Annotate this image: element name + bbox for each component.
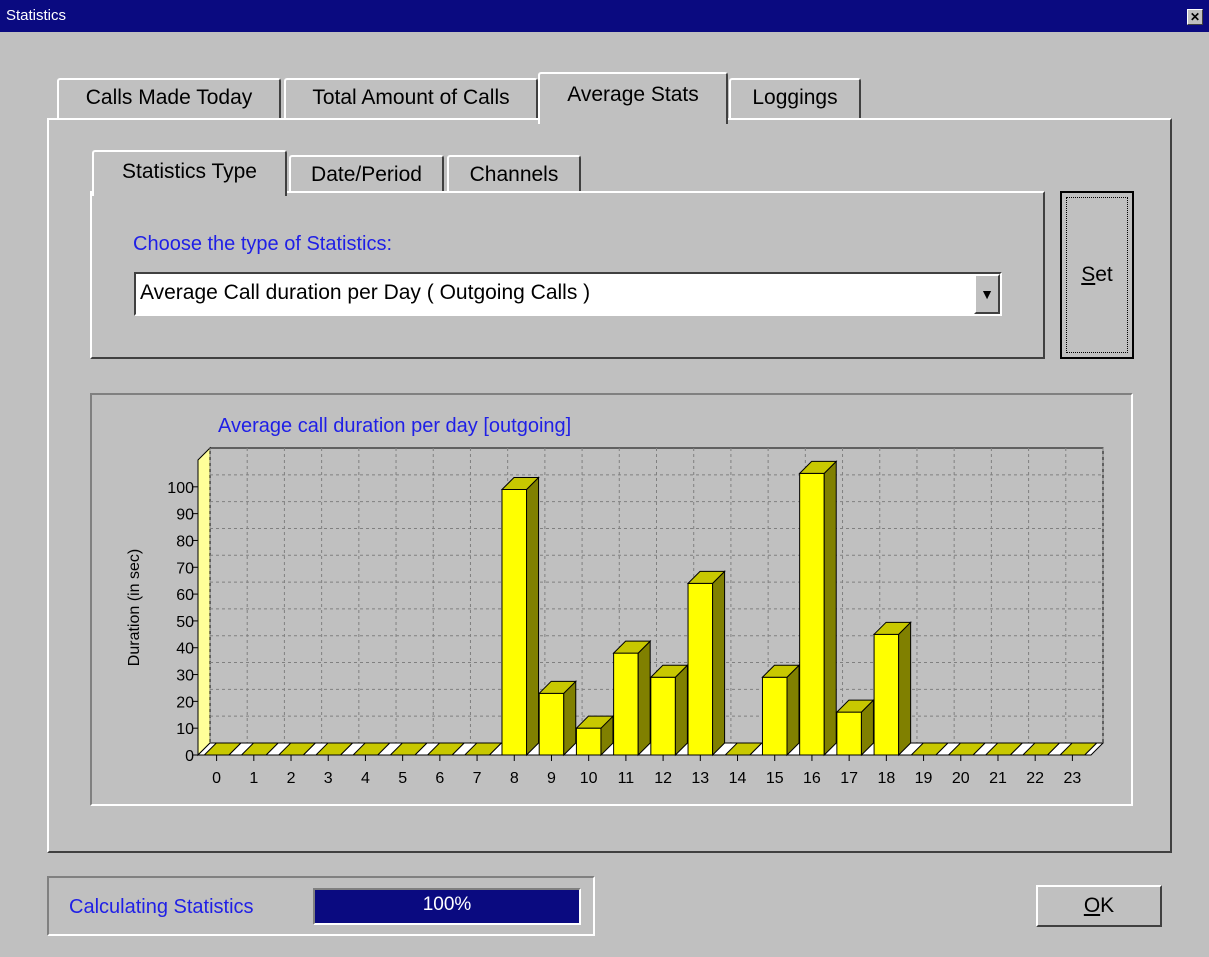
bar-side [786, 664, 800, 757]
x-tick-label: 5 [398, 770, 407, 787]
y-tick-label: 60 [176, 587, 194, 604]
x-tick-label: 7 [473, 770, 482, 787]
y-tick-label: 50 [176, 614, 194, 631]
bar-side [898, 621, 912, 757]
x-tick-label: 11 [618, 770, 635, 787]
y-tick-label: 100 [167, 480, 194, 497]
x-tick-label: 19 [915, 770, 933, 787]
x-tick-label: 18 [877, 770, 895, 787]
y-tick-label: 80 [176, 533, 194, 550]
x-tick-label: 21 [989, 770, 1007, 787]
y-tick-label: 40 [176, 641, 194, 658]
bar-front [687, 582, 714, 756]
x-tick-label: 12 [654, 770, 672, 787]
bar-front [613, 652, 639, 756]
y-tick-label: 20 [176, 694, 194, 711]
bar-chart: 01020304050607080901000 1 2 3 4 5 6 7 8 9 10 11 12 13… [126, 415, 1105, 787]
y-tick-label: 30 [176, 668, 194, 685]
y-tick-label: 90 [176, 507, 194, 524]
x-tick-label: 15 [766, 770, 784, 787]
x-tick-label: 8 [510, 770, 519, 787]
bar-front [575, 727, 602, 756]
x-tick-label: 17 [840, 770, 858, 787]
bar-front [538, 692, 565, 756]
bar-side [526, 476, 540, 757]
bar [798, 460, 838, 757]
y-tick-label: 10 [176, 721, 194, 738]
bar [835, 698, 875, 757]
bar-front [799, 472, 825, 756]
x-tick-label: 4 [361, 770, 370, 787]
y-tick-label: 0 [185, 748, 194, 765]
bar [537, 680, 577, 757]
bar-front [761, 676, 788, 756]
bar-front [873, 633, 900, 756]
bar-side [637, 639, 651, 757]
bar [649, 664, 689, 757]
x-tick-label: 14 [729, 770, 747, 787]
x-tick-label: 2 [287, 770, 296, 787]
x-tick-label: 9 [547, 770, 556, 787]
x-tick-label: 6 [435, 770, 444, 787]
bar [575, 714, 615, 757]
bar-side [563, 680, 577, 757]
bar [612, 639, 652, 757]
bar-side [823, 460, 837, 757]
bar [686, 570, 726, 757]
x-tick-label: 20 [952, 770, 970, 787]
bar [500, 476, 540, 757]
x-tick-label: 0 [212, 770, 221, 787]
bar-front [501, 489, 528, 756]
bar-front [650, 676, 676, 756]
y-axis-label: Duration (in sec) [126, 549, 143, 666]
bar [761, 664, 801, 757]
bar [872, 621, 912, 757]
chart-title: Average call duration per day [outgoing] [218, 415, 571, 437]
x-tick-label: 10 [580, 770, 598, 787]
bar-front [836, 711, 862, 756]
x-tick-label: 22 [1026, 770, 1044, 787]
x-tick-label: 16 [803, 770, 821, 787]
y-tick-label: 70 [176, 560, 194, 577]
bar-side [674, 664, 688, 757]
x-tick-label: 13 [691, 770, 709, 787]
bar-side [712, 570, 726, 757]
x-tick-label: 3 [324, 770, 333, 787]
x-tick-label: 1 [249, 770, 258, 787]
chart-side-wall [197, 446, 211, 757]
x-tick-label: 23 [1063, 770, 1081, 787]
